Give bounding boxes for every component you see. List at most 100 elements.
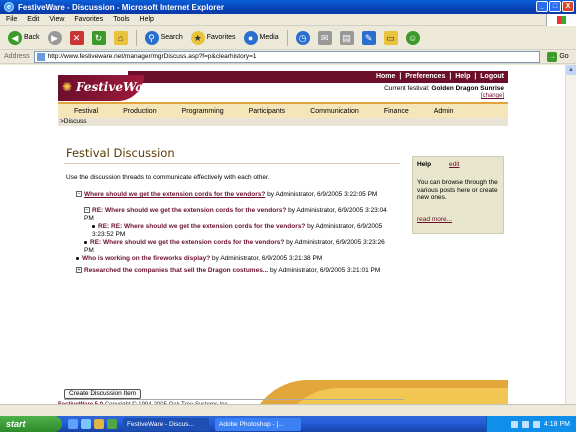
menu-bar: File Edit View Favorites Tools Help bbox=[0, 14, 576, 26]
link-separator: | bbox=[449, 73, 452, 80]
firework-icon: ✺ bbox=[62, 80, 73, 94]
help-read-more-link[interactable]: read more... bbox=[417, 216, 452, 223]
thread-item: + Researched the companies that sell the … bbox=[76, 267, 396, 275]
app-quicklaunch-icon[interactable] bbox=[107, 419, 117, 429]
taskbar-item-festiveware[interactable]: FestiveWare - Discus... bbox=[123, 417, 209, 431]
stop-button[interactable]: ✕ bbox=[68, 29, 86, 47]
thread-meta: by Administrator, 6/9/2005 3:21:01 PM bbox=[268, 267, 381, 274]
search-label: Search bbox=[160, 34, 183, 41]
title-divider bbox=[64, 163, 400, 164]
menu-edit[interactable]: Edit bbox=[27, 16, 39, 23]
taskbar-item-photoshop[interactable]: Adobe Photoshop - [... bbox=[215, 417, 301, 431]
nav-participants[interactable]: Participants bbox=[249, 108, 286, 115]
thread-link[interactable]: RE: Where should we get the extension co… bbox=[90, 239, 284, 246]
breadcrumb[interactable]: >Discuss bbox=[58, 118, 508, 126]
thread-link[interactable]: RE: Where should we get the extension co… bbox=[92, 207, 286, 214]
page-title: Festival Discussion bbox=[66, 146, 175, 160]
home-button[interactable]: ⌂ bbox=[112, 29, 130, 47]
window-titlebar: e FestiveWare - Discussion - Microsoft I… bbox=[0, 0, 576, 14]
mail-button[interactable]: ✉ bbox=[316, 29, 334, 47]
help-text: You can browse through the various posts… bbox=[417, 179, 498, 201]
printer-icon: ▤ bbox=[339, 30, 354, 45]
help-edit-link[interactable]: edit bbox=[449, 161, 459, 168]
folder-quicklaunch-icon[interactable] bbox=[94, 419, 104, 429]
maximize-button[interactable]: □ bbox=[549, 1, 561, 12]
address-bar: Address http://www.festiveware.net/manag… bbox=[0, 50, 576, 64]
nav-production[interactable]: Production bbox=[123, 108, 156, 115]
link-separator: | bbox=[474, 73, 477, 80]
menu-view[interactable]: View bbox=[49, 16, 64, 23]
search-button[interactable]: ⚲ Search bbox=[143, 29, 185, 47]
top-links: Home | Preferences | Help | Logout bbox=[128, 71, 508, 83]
create-discussion-item-button[interactable]: Create Discussion Item bbox=[64, 389, 142, 399]
history-button[interactable]: ◷ bbox=[294, 29, 312, 47]
history-icon: ◷ bbox=[295, 30, 310, 45]
collapse-icon[interactable]: − bbox=[76, 191, 82, 198]
scroll-up-icon[interactable]: ▲ bbox=[566, 65, 576, 75]
bullet-icon bbox=[92, 224, 95, 228]
search-icon: ⚲ bbox=[144, 30, 159, 45]
address-input[interactable]: http://www.festiveware.net/manager/mgrDi… bbox=[33, 50, 540, 63]
print-button[interactable]: ▤ bbox=[338, 29, 356, 47]
expand-icon[interactable]: + bbox=[76, 267, 82, 274]
thread-link[interactable]: Researched the companies that sell the D… bbox=[84, 267, 268, 274]
start-button[interactable]: start bbox=[0, 416, 62, 432]
nav-programming[interactable]: Programming bbox=[182, 108, 224, 115]
go-arrow-icon: → bbox=[547, 51, 558, 62]
discuss-icon: ▭ bbox=[383, 30, 398, 45]
media-label: Media bbox=[259, 34, 279, 41]
menu-file[interactable]: File bbox=[6, 16, 17, 23]
nav-admin[interactable]: Admin bbox=[434, 108, 454, 115]
close-button[interactable]: X bbox=[562, 1, 574, 12]
mail-icon: ✉ bbox=[317, 30, 332, 45]
thread-link[interactable]: RE: RE: Where should we get the extensio… bbox=[98, 223, 305, 230]
thread-item: − RE: Where should we get the extension c… bbox=[84, 207, 396, 223]
media-button[interactable]: ● Media bbox=[242, 29, 281, 47]
menu-help[interactable]: Help bbox=[140, 16, 154, 23]
discuss-button[interactable]: ▭ bbox=[382, 29, 400, 47]
change-festival-link[interactable]: [change] bbox=[481, 93, 504, 99]
festiveware-logo[interactable]: ✺ FestiveWare. bbox=[58, 71, 161, 101]
back-button[interactable]: ◀ Back bbox=[6, 29, 42, 47]
forward-button[interactable]: ▶ bbox=[46, 29, 64, 47]
collapse-icon[interactable]: − bbox=[84, 207, 90, 214]
tray-icon[interactable] bbox=[510, 420, 518, 428]
current-festival: Current festival: Golden Dragon Sunrise bbox=[384, 85, 504, 92]
ie-quicklaunch-icon[interactable] bbox=[68, 419, 78, 429]
nav-communication[interactable]: Communication bbox=[310, 108, 359, 115]
help-link[interactable]: Help bbox=[455, 73, 470, 80]
nav-finance[interactable]: Finance bbox=[384, 108, 409, 115]
favorites-label: Favorites bbox=[206, 34, 236, 41]
preferences-link[interactable]: Preferences bbox=[405, 73, 445, 80]
toolbar-separator bbox=[135, 29, 137, 46]
menu-favorites[interactable]: Favorites bbox=[74, 16, 103, 23]
menu-tools[interactable]: Tools bbox=[113, 16, 129, 23]
home-link[interactable]: Home bbox=[376, 73, 395, 80]
taskbar: start FestiveWare - Discus... Adobe Phot… bbox=[0, 416, 576, 432]
vertical-scrollbar[interactable]: ▲ ▼ bbox=[565, 65, 576, 416]
desktop-quicklaunch-icon[interactable] bbox=[81, 419, 91, 429]
edit-button[interactable]: ✎ bbox=[360, 29, 378, 47]
nav-festival[interactable]: Festival bbox=[74, 108, 98, 115]
quick-launch bbox=[68, 419, 117, 429]
messenger-button[interactable]: ☺ bbox=[404, 29, 422, 47]
back-arrow-icon: ◀ bbox=[8, 30, 22, 45]
home-icon: ⌂ bbox=[113, 30, 128, 45]
thread-link[interactable]: Who is working on the fireworks display? bbox=[82, 255, 210, 262]
logout-link[interactable]: Logout bbox=[480, 73, 504, 80]
tray-icon[interactable] bbox=[532, 420, 540, 428]
go-button[interactable]: → Go bbox=[540, 51, 576, 62]
thread-item: RE: Where should we get the extension co… bbox=[84, 239, 396, 255]
current-festival-name: Golden Dragon Sunrise bbox=[431, 85, 504, 92]
minimize-button[interactable]: _ bbox=[536, 1, 548, 12]
refresh-button[interactable]: ↻ bbox=[90, 29, 108, 47]
intro-text: Use the discussion threads to communicat… bbox=[66, 174, 270, 181]
refresh-icon: ↻ bbox=[91, 30, 106, 45]
messenger-icon: ☺ bbox=[405, 30, 420, 45]
tray-icon[interactable] bbox=[521, 420, 529, 428]
favorites-button[interactable]: ★ Favorites bbox=[189, 29, 238, 47]
page-icon bbox=[36, 52, 45, 61]
start-label: start bbox=[6, 419, 26, 429]
thread-link[interactable]: Where should we get the extension cords … bbox=[84, 191, 265, 198]
bullet-icon bbox=[76, 256, 79, 260]
